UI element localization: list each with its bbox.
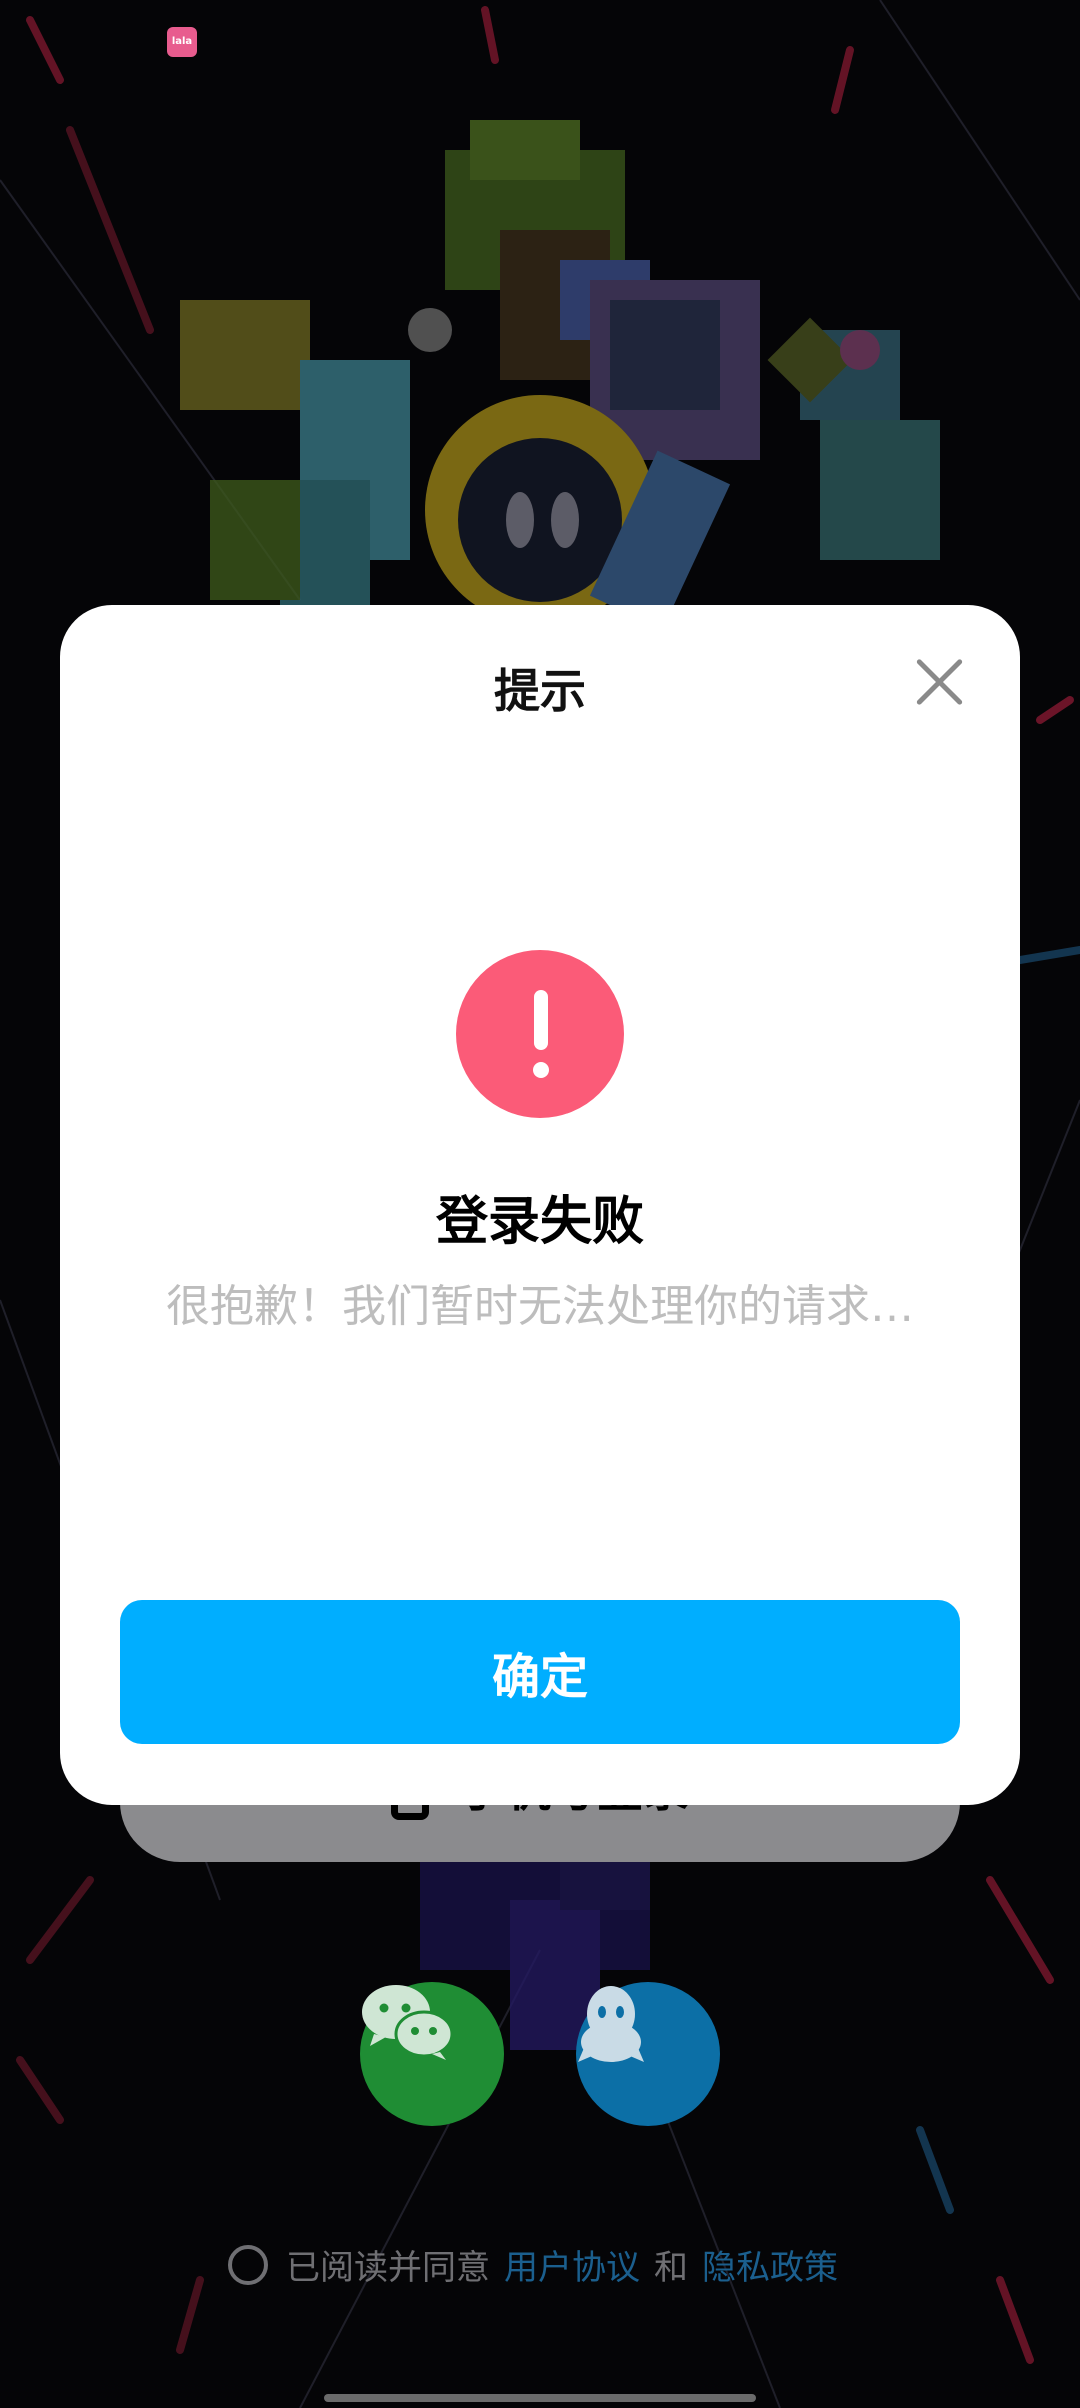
alert-dialog: 提示 登录失败 很抱歉！我们暂时无法处理你的请求… 确定: [60, 605, 1020, 1805]
app-notification-icon: lala: [167, 27, 197, 57]
exclamation-bar: [534, 990, 548, 1050]
wechat-login-button[interactable]: [360, 1982, 504, 2126]
home-indicator[interactable]: [324, 2394, 756, 2402]
agreement-and: 和: [654, 2248, 688, 2288]
error-message: 很抱歉！我们暂时无法处理你的请求…: [166, 1281, 914, 1332]
privacy-policy-link[interactable]: 隐私政策: [702, 2240, 838, 2289]
agreement-radio[interactable]: [228, 2244, 268, 2285]
agreement-row: 已阅读并同意 用户协议 和 隐私政策: [0, 2240, 1080, 2289]
confirm-button[interactable]: 确定: [120, 1600, 960, 1744]
dialog-title: 提示: [494, 664, 586, 718]
qq-login-button[interactable]: [576, 1982, 720, 2126]
login-failed-heading: 登录失败: [435, 1192, 644, 1252]
wechat-icon: [362, 1985, 454, 2060]
close-icon[interactable]: [914, 657, 964, 707]
qq-icon: [578, 1986, 644, 2062]
agreement-prefix: 已阅读并同意: [286, 2248, 490, 2288]
exclamation-dot: [533, 1062, 549, 1078]
exclamation-icon: [456, 950, 624, 1118]
user-agreement-link[interactable]: 用户协议: [504, 2240, 640, 2289]
